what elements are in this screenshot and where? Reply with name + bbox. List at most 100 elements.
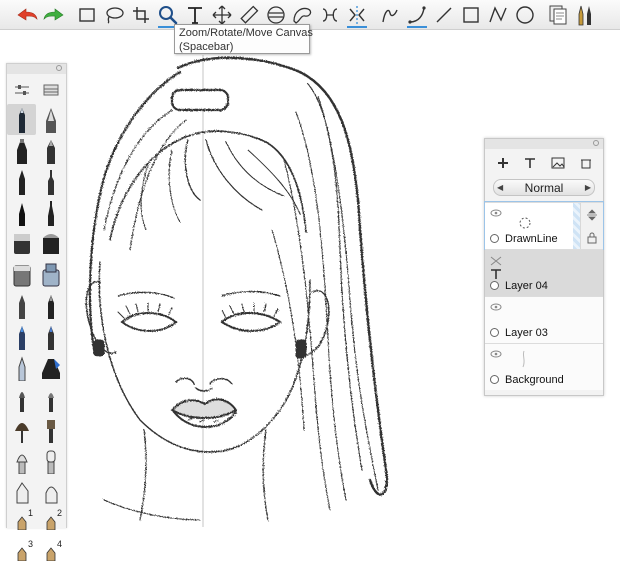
redo-button[interactable] [41,2,67,28]
symmetry-button[interactable] [317,2,343,28]
hard-pencil-icon [47,294,54,319]
custom-brush-3[interactable]: 3 [7,538,36,569]
layer-select-radio[interactable] [490,281,499,290]
copy-paste-button[interactable] [545,2,571,28]
fine-pen-icon [18,169,25,195]
blue-marker-icon [41,358,60,379]
layer-list: DrawnLine Layer 04 Layer 03 Background [484,201,604,390]
blend-options-icon[interactable] [586,208,598,221]
chisel-marker-brush[interactable] [36,228,65,259]
smudge-icon [15,454,28,474]
symmetry-x-button[interactable] [344,2,370,28]
calligraphy-brush[interactable] [36,197,65,228]
felt-pen-brush[interactable] [36,135,65,166]
brush-grid: 1 2 3 4 [7,104,66,569]
fine-pen-brush[interactable] [7,166,36,197]
graphite-brush[interactable] [7,290,36,321]
layer-row-layer03[interactable]: Layer 03 [485,296,603,343]
chisel-marker-icon [42,233,59,254]
undo-button[interactable] [14,2,40,28]
colored-pencil-brush[interactable] [36,321,65,352]
circle-icon [516,5,534,24]
layer-thumbnail [519,217,531,229]
fan-brush-icon [14,422,29,443]
ballpoint-brush[interactable] [36,104,65,135]
layer-palette-header[interactable] [485,139,603,149]
soft-eraser-brush[interactable] [36,476,65,507]
blend-prev-icon[interactable]: ◀ [497,183,503,192]
custom-brush-2[interactable]: 2 [36,507,65,538]
brush-palette: 1 2 3 4 [6,63,67,561]
flat-brush[interactable] [36,414,65,445]
circle-shape-button[interactable] [512,2,538,28]
paint-tube-brush[interactable] [7,259,36,290]
blend-mode-label: Normal [524,180,564,195]
technical-pen-brush[interactable] [36,166,65,197]
lasso-button[interactable] [101,2,127,28]
polyline-button[interactable] [485,2,511,28]
palette-close-icon[interactable] [593,140,599,146]
rectangle-select-button[interactable] [74,2,100,28]
sliders-icon [14,85,29,95]
symmetry-x-icon [349,5,365,24]
hidden-eye-icon[interactable] [490,256,502,266]
brush-properties-button[interactable] [14,81,30,100]
brush-list-button[interactable] [43,81,59,100]
rectangle-shape-button[interactable] [458,2,484,28]
copy-icon [549,5,567,24]
list-icon [43,84,59,96]
crayon-icon [18,355,25,381]
add-image-layer-button[interactable] [551,156,565,174]
airbrush-icon [42,263,59,286]
hard-pencil-brush[interactable] [36,290,65,321]
round-brush[interactable] [36,383,65,414]
palette-close-icon[interactable] [56,65,62,71]
crop-button[interactable] [128,2,154,28]
airbrush-bucket-brush[interactable] [36,259,65,290]
brush-palette-header[interactable] [7,64,66,74]
visibility-eye-icon[interactable] [490,350,502,358]
smudge-brush[interactable] [7,445,36,476]
add-layer-button[interactable] [497,156,509,174]
layer-row-background[interactable]: Background [485,343,603,390]
marker-brush[interactable] [7,135,36,166]
colored-pencil-icon [47,325,54,350]
visibility-eye-icon[interactable] [490,209,502,217]
tip-icon [46,546,55,561]
layer-select-radio[interactable] [490,234,499,243]
layer-select-radio[interactable] [490,328,499,337]
eraser-brush[interactable] [7,476,36,507]
custom-brush-4[interactable]: 4 [36,538,65,569]
fan-brush[interactable] [7,414,36,445]
layer-menu-button[interactable] [580,156,592,174]
blender-brush[interactable] [36,445,65,476]
blue-marker-brush[interactable] [36,352,65,383]
layer-thumbnail [522,350,525,368]
add-text-layer-button[interactable] [524,156,536,174]
layer-select-radio[interactable] [490,375,499,384]
straight-line-button[interactable] [431,2,457,28]
freehand-line-button[interactable] [377,2,403,28]
blend-mode-selector[interactable]: ◀ Normal ▶ [493,179,595,196]
pencil-brush[interactable] [7,104,36,135]
eraser-icon [16,481,28,503]
custom-brush-1[interactable]: 1 [7,507,36,538]
rectangle-select-icon [79,7,95,22]
layer-row-layer04[interactable]: Layer 04 [485,249,603,296]
blend-next-icon[interactable]: ▶ [585,183,591,192]
curve-button[interactable] [404,2,430,28]
blender-icon [46,450,55,474]
french-curve-icon [293,7,312,24]
brush-library-button[interactable] [572,2,598,28]
wide-marker-brush[interactable] [7,228,36,259]
lock-icon[interactable] [587,232,597,244]
freehand-line-icon [382,9,398,22]
layer-row-drawnline[interactable]: DrawnLine [484,201,604,250]
calligraphy-pen-icon [47,200,54,226]
ink-pen-brush[interactable] [7,197,36,228]
blue-pencil-brush[interactable] [7,321,36,352]
crayon-brush[interactable] [7,352,36,383]
soft-brush[interactable] [7,383,36,414]
visibility-eye-icon[interactable] [490,303,502,311]
layer-side-controls [580,203,603,249]
